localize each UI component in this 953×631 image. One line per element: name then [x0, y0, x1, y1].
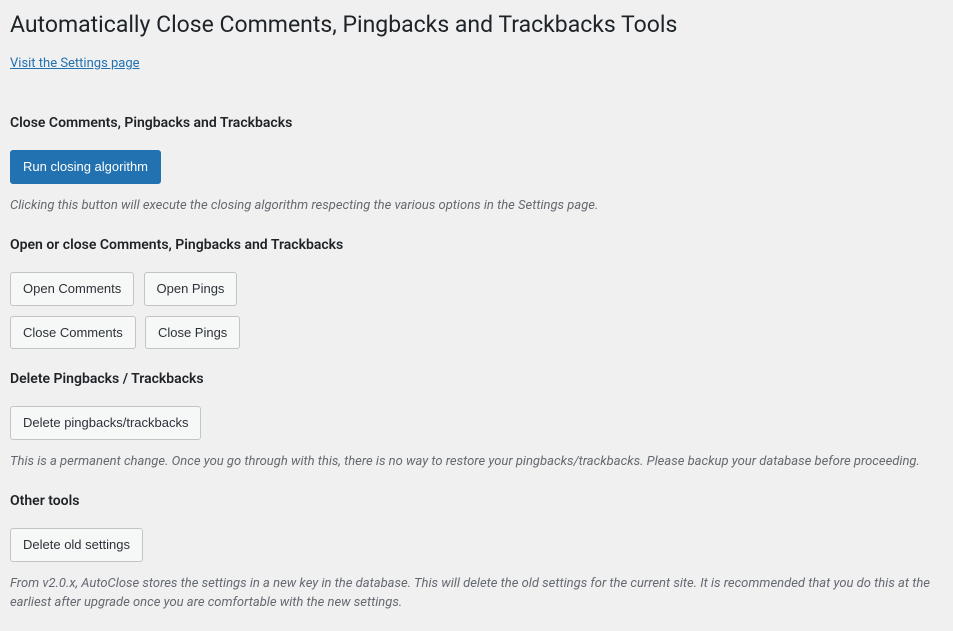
other-tools-description: From v2.0.x, AutoClose stores the settin… — [10, 574, 943, 613]
delete-section-description: This is a permanent change. Once you go … — [10, 452, 943, 472]
page-title: Automatically Close Comments, Pingbacks … — [10, 10, 943, 40]
other-tools-heading: Other tools — [10, 491, 943, 512]
delete-old-settings-button[interactable]: Delete old settings — [10, 528, 143, 562]
close-section-description: Clicking this button will execute the cl… — [10, 196, 943, 216]
settings-page-link[interactable]: Visit the Settings page — [10, 54, 140, 74]
close-pings-button[interactable]: Close Pings — [145, 316, 240, 350]
close-comments-button[interactable]: Close Comments — [10, 316, 136, 350]
open-pings-button[interactable]: Open Pings — [144, 272, 238, 306]
close-section-heading: Close Comments, Pingbacks and Trackbacks — [10, 113, 943, 134]
delete-section-heading: Delete Pingbacks / Trackbacks — [10, 369, 943, 390]
open-comments-button[interactable]: Open Comments — [10, 272, 134, 306]
open-close-section-heading: Open or close Comments, Pingbacks and Tr… — [10, 235, 943, 256]
run-closing-algorithm-button[interactable]: Run closing algorithm — [10, 150, 161, 184]
delete-pingbacks-trackbacks-button[interactable]: Delete pingbacks/trackbacks — [10, 406, 201, 440]
